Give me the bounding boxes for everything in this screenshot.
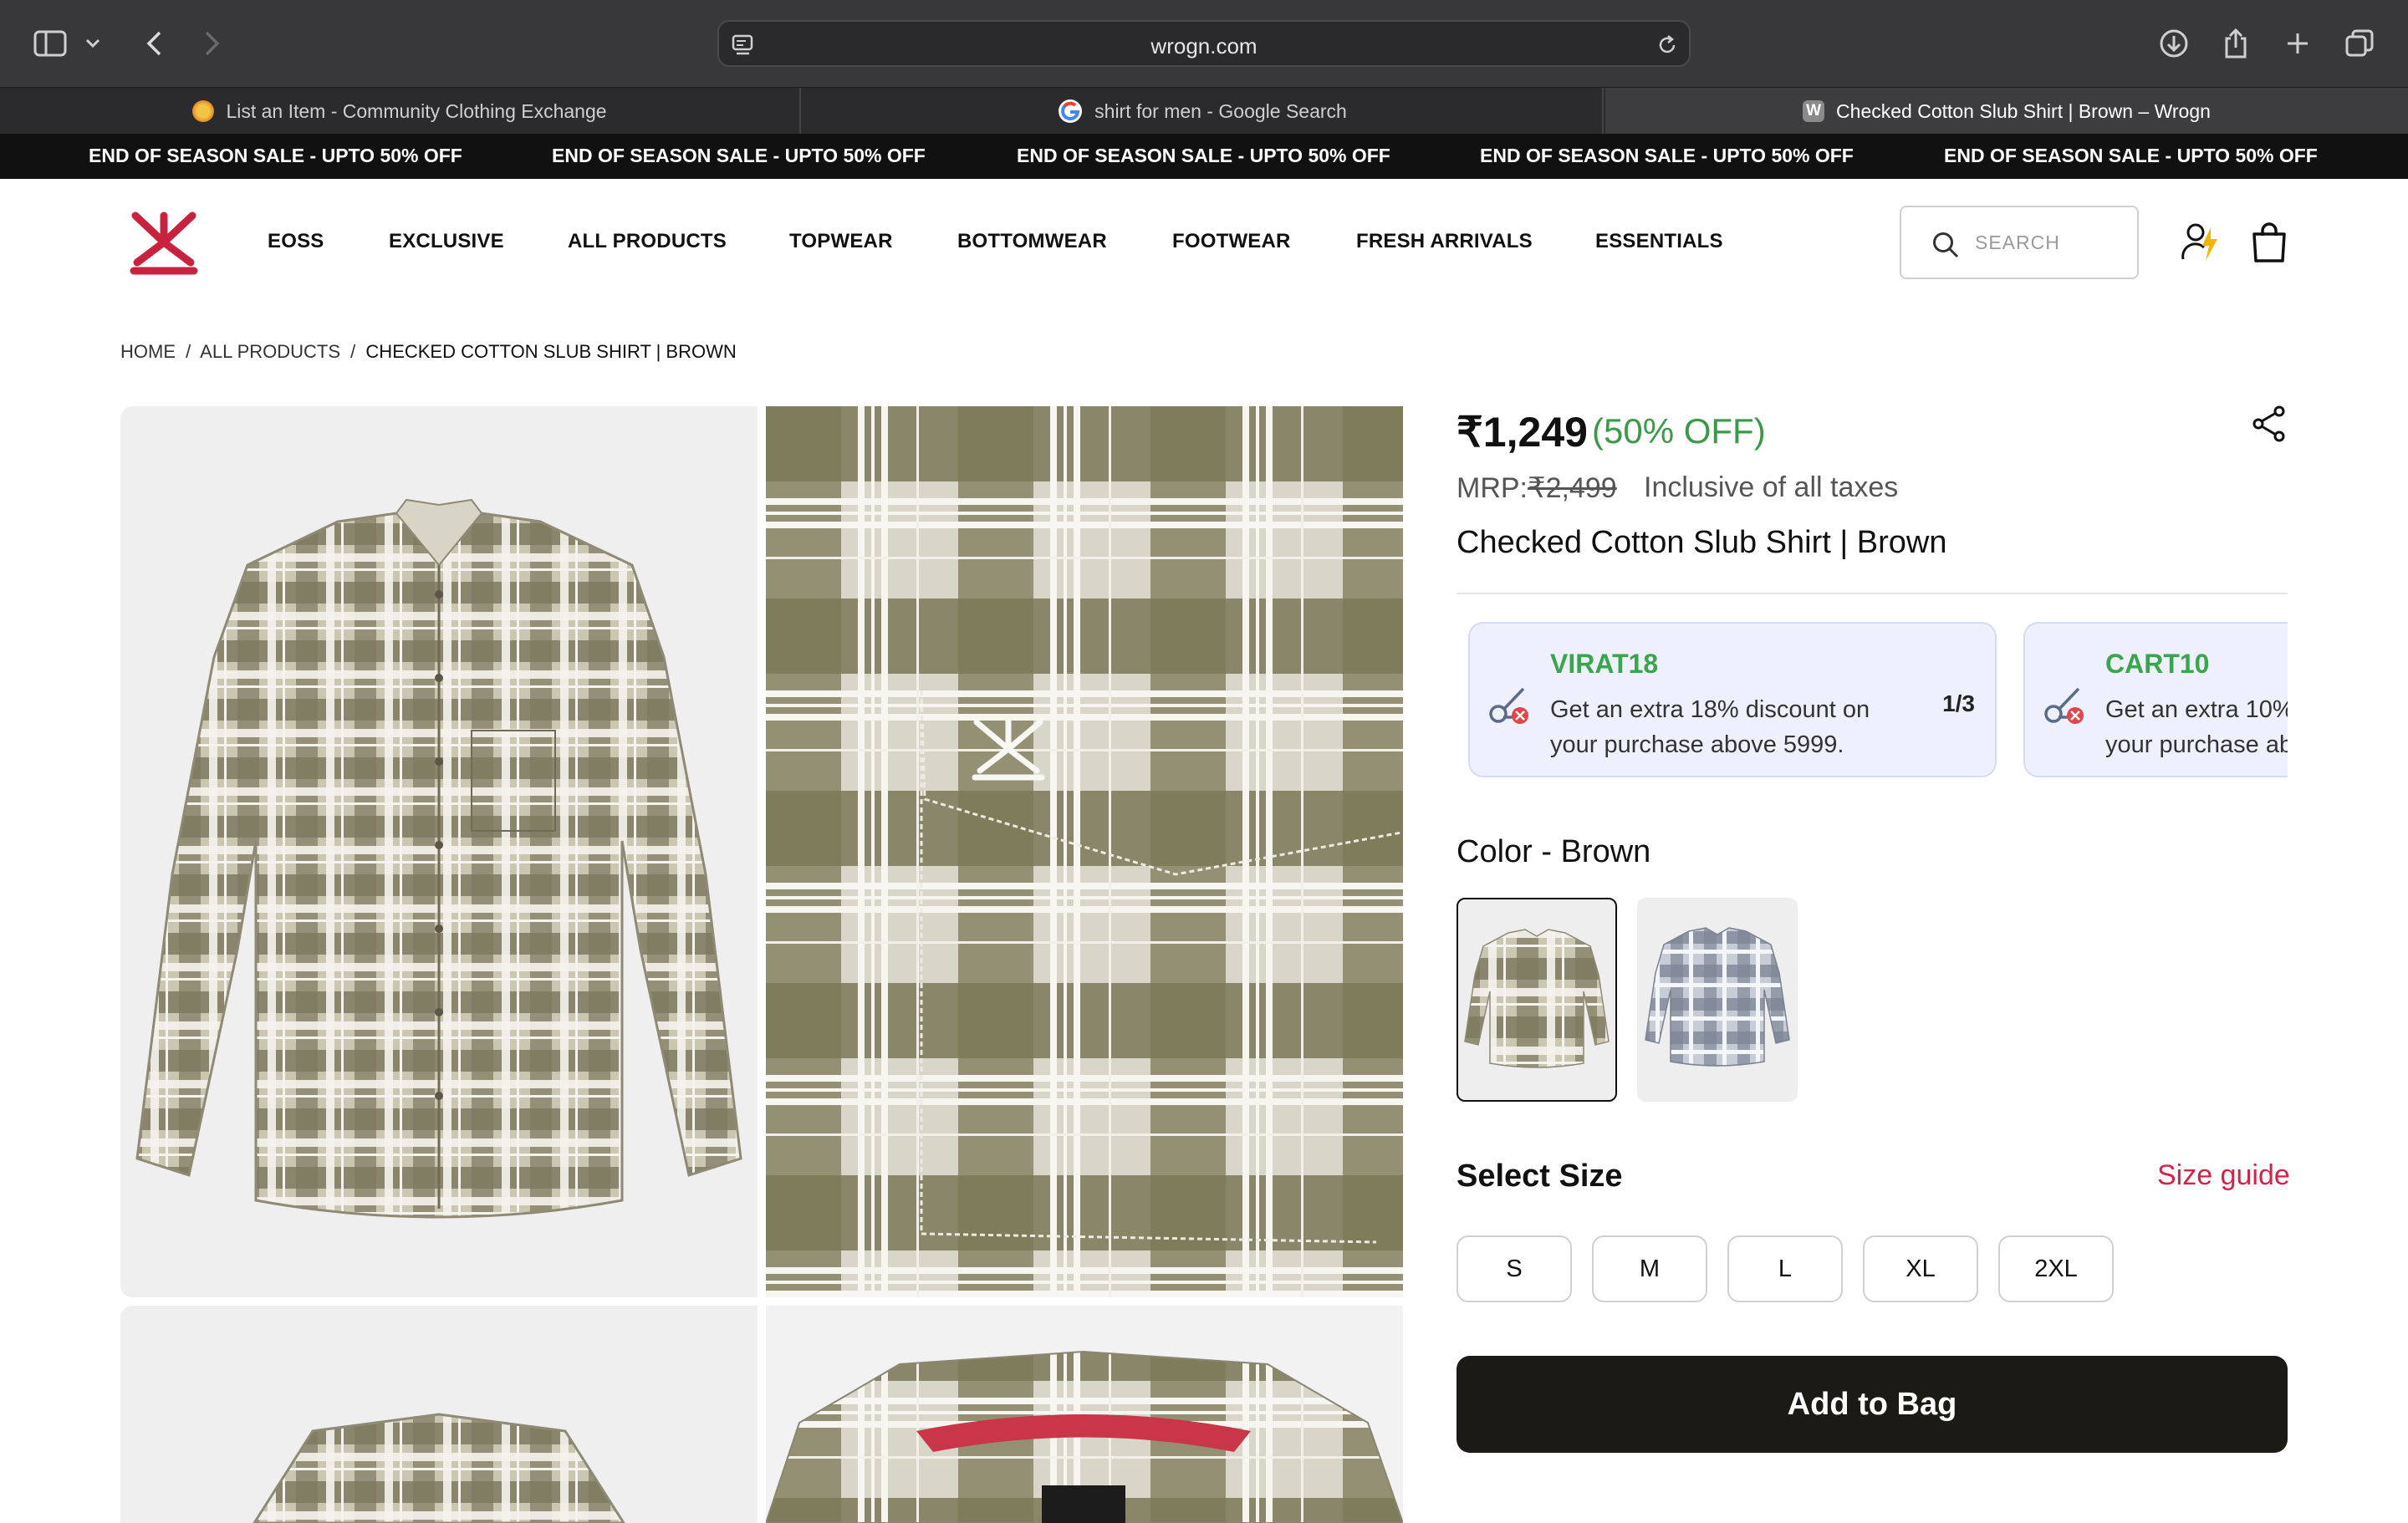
size-option-m[interactable]: M [1592,1235,1707,1302]
chevron-down-icon[interactable] [80,25,105,62]
mrp-label: MRP: [1457,472,1528,504]
add-to-bag-button[interactable]: Add to Bag [1457,1356,2288,1453]
account-icon[interactable] [2181,221,2221,264]
forward-icon[interactable] [194,25,231,62]
brown-shirt-thumbnail [1464,929,1610,1068]
promo-text: END OF SEASON SALE - UPTO 50% OFF [552,145,926,166]
breadcrumb-separator: / [186,341,191,362]
tax-note: Inclusive of all taxes [1644,471,1899,503]
nav-eoss[interactable]: EOSS [268,230,324,253]
back-icon[interactable] [135,25,172,62]
promo-text: END OF SEASON SALE - UPTO 50% OFF [1480,145,1854,166]
breadcrumb-home[interactable]: HOME [120,341,176,362]
browser-toolbar: wrogn.com [0,0,2408,87]
google-favicon-icon [1059,99,1083,123]
product-image-back[interactable] [120,1306,758,1523]
tab-google-search[interactable]: shirt for men - Google Search [803,88,1604,135]
size-guide-link[interactable]: Size guide [2157,1159,2290,1192]
product-image-front[interactable] [120,406,758,1297]
color-title: Color - Brown [1457,834,1651,869]
share-icon[interactable] [2251,405,2288,443]
mrp-value: ₹2,499 [1528,472,1617,504]
sale-price: ₹1,249 [1457,409,1588,456]
offer-code: CART10 [2105,649,2210,679]
wrogn-favicon-icon: W [1803,100,1825,122]
new-tab-icon[interactable] [2279,25,2316,62]
url-text: wrogn.com [1150,33,1258,59]
offer-description: Get an extra 18% discount on your purcha… [1550,696,1870,758]
offers-carousel[interactable]: VIRAT18 Get an extra 18% discount on you… [1457,619,2288,786]
size-option-xl[interactable]: XL [1863,1235,1978,1302]
bag-icon[interactable] [2249,221,2289,264]
size-option-2xl[interactable]: 2XL [1998,1235,2114,1302]
promo-text: END OF SEASON SALE - UPTO 50% OFF [1017,145,1390,166]
downloads-icon[interactable] [2155,25,2192,62]
reload-icon[interactable] [1656,33,1679,57]
shirt-front-image [135,498,742,1219]
divider [1457,593,2288,594]
color-swatch-grey-blue[interactable] [1637,898,1798,1102]
product-title: Checked Cotton Slub Shirt | Brown [1457,525,1947,560]
product-image-collar[interactable] [766,1306,1403,1523]
offer-description: Get an extra 10% discount on your purcha… [2105,696,2288,758]
breadcrumb-current: CHECKED COTTON SLUB SHIRT | BROWN [365,341,737,362]
size-option-l[interactable]: L [1727,1235,1843,1302]
coupon-scissors-icon [2044,687,2084,724]
tab-bar: List an Item - Community Clothing Exchan… [0,87,2408,135]
size-option-s[interactable]: S [1457,1235,1572,1302]
offer-code: VIRAT18 [1550,649,1659,679]
sidebar-toggle-icon[interactable] [32,25,69,62]
nav-all-products[interactable]: ALL PRODUCTS [568,230,727,253]
promo-ribbon: END OF SEASON SALE - UPTO 50% OFF END OF… [0,134,2408,179]
shirt-back-image [253,1413,625,1523]
color-swatch-brown[interactable] [1457,898,1617,1102]
share-browser-icon[interactable] [2217,25,2254,62]
address-bar[interactable]: wrogn.com [717,20,1691,67]
tab-title: List an Item - Community Clothing Exchan… [226,99,607,122]
mrp: MRP:₹2,499 [1457,471,1617,505]
nav-exclusive[interactable]: EXCLUSIVE [389,230,504,253]
search-placeholder: SEARCH [1975,232,2060,253]
discount-percent: (50% OFF) [1592,411,1766,451]
breadcrumb-separator: / [350,341,356,362]
nav-topwear[interactable]: TOPWEAR [789,230,893,253]
offer-card[interactable]: CART10 Get an extra 10% discount on your… [2023,622,2288,777]
coupon-scissors-icon [1489,687,1528,724]
size-title: Select Size [1457,1159,1623,1194]
product-image-closeup[interactable] [766,406,1403,1297]
grey-shirt-thumbnail [1645,927,1790,1067]
search-icon [1933,232,1959,258]
tab-wrogn-product[interactable]: W Checked Cotton Slub Shirt | Brown – Wr… [1605,88,2408,135]
fabric-closeup-image [766,406,1403,1297]
wrogn-logo-icon[interactable] [124,211,204,276]
nav-footwear[interactable]: FOOTWEAR [1172,230,1291,253]
clothing-exchange-favicon-icon [192,100,215,122]
breadcrumb: HOME / ALL PRODUCTS / CHECKED COTTON SLU… [120,341,737,363]
tab-overview-icon[interactable] [2341,25,2378,62]
breadcrumb-all-products[interactable]: ALL PRODUCTS [200,341,340,362]
promo-text: END OF SEASON SALE - UPTO 50% OFF [1944,145,2318,166]
offer-counter: 1/3 [1942,690,1975,716]
nav-bottomwear[interactable]: BOTTOMWEAR [957,230,1107,253]
tab-title: Checked Cotton Slub Shirt | Brown – Wrog… [1836,99,2211,122]
nav-essentials[interactable]: ESSENTIALS [1595,230,1723,253]
offer-card[interactable]: VIRAT18 Get an extra 18% discount on you… [1468,622,1997,777]
nav-fresh-arrivals[interactable]: FRESH ARRIVALS [1356,230,1533,253]
promo-text: END OF SEASON SALE - UPTO 50% OFF [89,145,462,166]
tab-title: shirt for men - Google Search [1094,99,1347,122]
tab-clothing-exchange[interactable]: List an Item - Community Clothing Exchan… [0,88,801,135]
search-input[interactable]: SEARCH [1900,206,2139,279]
collar-closeup-image [766,1350,1403,1523]
